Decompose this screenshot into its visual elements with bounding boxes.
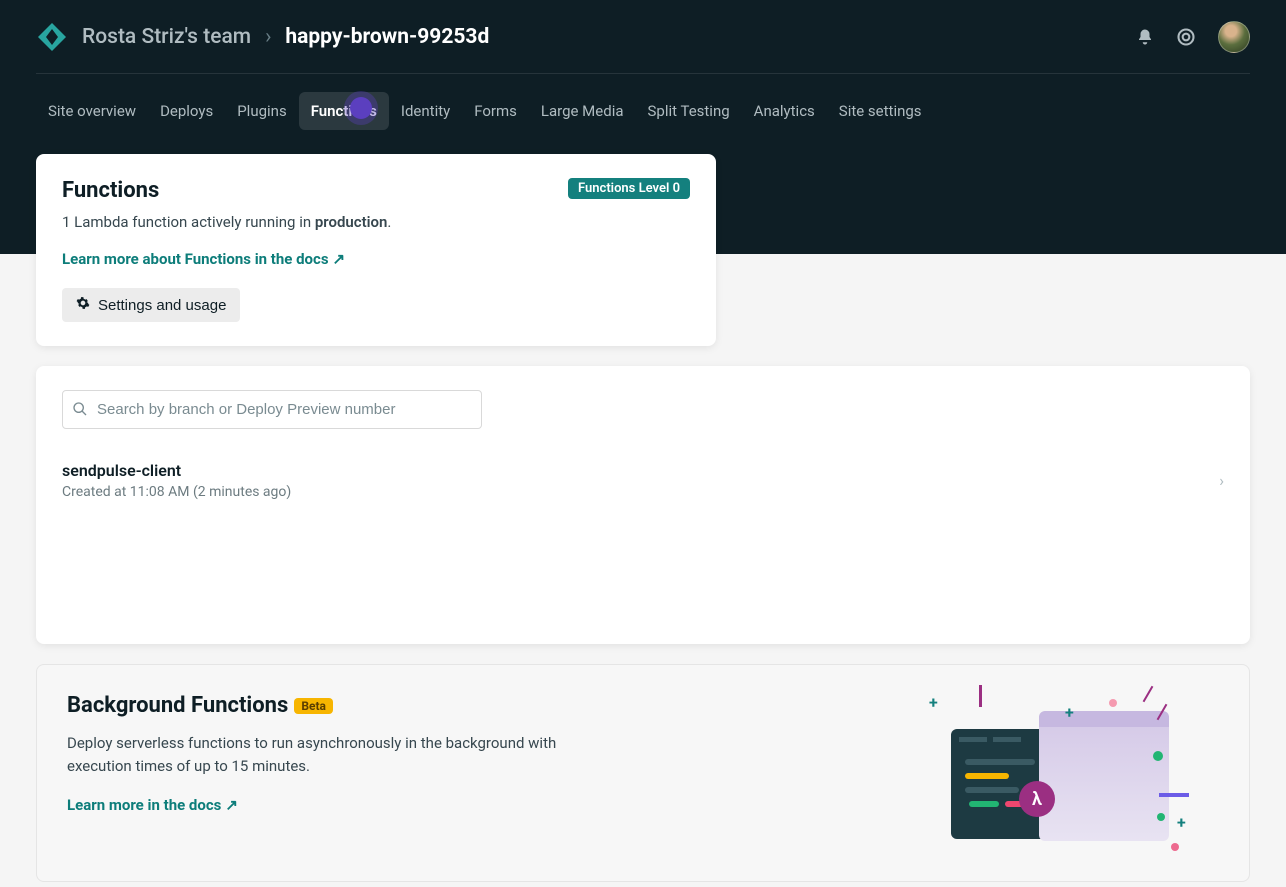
gear-icon	[76, 296, 90, 314]
external-link-icon: ↗	[333, 250, 346, 268]
tab-identity[interactable]: Identity	[389, 92, 462, 130]
tab-large-media[interactable]: Large Media	[529, 92, 636, 130]
functions-overview-card: Functions Functions Level 0 1 Lambda fun…	[36, 154, 716, 346]
search-icon	[72, 401, 88, 417]
topbar-actions	[1136, 21, 1250, 53]
tab-split-testing[interactable]: Split Testing	[636, 92, 742, 130]
tab-site-settings[interactable]: Site settings	[827, 92, 934, 130]
promo-docs-link[interactable]: Learn more in the docs ↗	[67, 796, 238, 814]
summary-prefix: 1 Lambda function actively running in	[62, 213, 315, 231]
breadcrumb-site[interactable]: happy-brown-99253d	[285, 25, 489, 49]
function-name: sendpulse-client	[62, 461, 291, 480]
breadcrumb: Rosta Striz's team › happy-brown-99253d	[36, 21, 489, 53]
search-input[interactable]	[62, 390, 482, 429]
tab-analytics[interactable]: Analytics	[742, 92, 827, 130]
lambda-icon: λ	[1019, 781, 1055, 817]
breadcrumb-team[interactable]: Rosta Striz's team	[82, 25, 251, 49]
summary-env: production	[315, 213, 388, 231]
promo-title: Background Functions	[67, 693, 288, 718]
support-icon[interactable]	[1176, 27, 1196, 47]
main-content: Functions Functions Level 0 1 Lambda fun…	[0, 154, 1286, 882]
summary-suffix: .	[387, 213, 391, 231]
button-label: Settings and usage	[98, 297, 226, 314]
tab-functions[interactable]: Functions	[299, 92, 389, 130]
promo-illustration: + λ + +	[939, 693, 1219, 853]
function-row[interactable]: sendpulse-client Created at 11:08 AM (2 …	[62, 455, 1224, 620]
tab-deploys[interactable]: Deploys	[148, 92, 225, 130]
background-functions-promo: Background Functions Beta Deploy serverl…	[36, 664, 1250, 882]
chevron-right-icon: ›	[265, 25, 271, 49]
topbar: Rosta Striz's team › happy-brown-99253d	[36, 0, 1250, 74]
beta-badge: Beta	[294, 698, 333, 714]
tab-site-overview[interactable]: Site overview	[36, 92, 148, 130]
link-label: Learn more in the docs	[67, 796, 221, 814]
functions-list-card: sendpulse-client Created at 11:08 AM (2 …	[36, 366, 1250, 644]
tab-plugins[interactable]: Plugins	[225, 92, 298, 130]
functions-level-badge: Functions Level 0	[568, 178, 690, 199]
settings-usage-button[interactable]: Settings and usage	[62, 288, 240, 322]
tab-forms[interactable]: Forms	[462, 92, 529, 130]
card-title: Functions	[62, 178, 159, 203]
user-avatar[interactable]	[1218, 21, 1250, 53]
external-link-icon: ↗	[225, 796, 238, 814]
function-meta: Created at 11:08 AM (2 minutes ago)	[62, 484, 291, 500]
functions-summary: 1 Lambda function actively running in pr…	[62, 213, 690, 231]
promo-title-row: Background Functions Beta	[67, 693, 587, 718]
promo-description: Deploy serverless functions to run async…	[67, 732, 587, 777]
netlify-logo-icon[interactable]	[36, 21, 68, 53]
cursor-indicator	[350, 97, 372, 119]
search-wrap	[62, 390, 482, 429]
functions-docs-link[interactable]: Learn more about Functions in the docs ↗	[62, 250, 345, 268]
link-label: Learn more about Functions in the docs	[62, 250, 329, 268]
site-tabs: Site overviewDeploysPluginsFunctionsIden…	[36, 74, 1250, 130]
notifications-icon[interactable]	[1136, 28, 1154, 46]
chevron-right-icon: ›	[1219, 471, 1224, 490]
